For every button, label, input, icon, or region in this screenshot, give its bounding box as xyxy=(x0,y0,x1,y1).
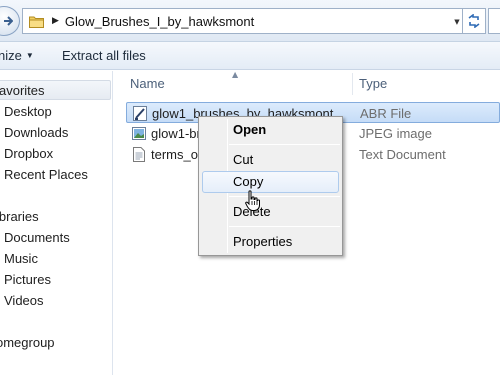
nav-favorites[interactable]: avorites xyxy=(0,80,111,100)
context-menu: Open Cut Copy Delete Properties xyxy=(198,116,343,256)
nav-item-dropbox[interactable]: Dropbox xyxy=(4,144,53,164)
nav-item-pictures[interactable]: Pictures xyxy=(4,270,51,290)
address-dropdown-icon[interactable]: ▼ xyxy=(452,8,462,34)
column-divider[interactable] xyxy=(352,73,353,95)
menu-item-copy[interactable]: Copy xyxy=(202,171,339,193)
file-name: glow1-br xyxy=(151,126,201,141)
column-header-type[interactable]: Type xyxy=(359,71,387,97)
forward-button[interactable] xyxy=(0,6,20,36)
nav-item-documents[interactable]: Documents xyxy=(4,228,70,248)
text-document-icon xyxy=(132,147,146,162)
breadcrumb-current-folder[interactable]: Glow_Brushes_I_by_hawksmont xyxy=(65,14,254,29)
forward-arrow-icon xyxy=(4,16,13,26)
file-type: ABR File xyxy=(360,106,412,121)
nav-item-videos[interactable]: Videos xyxy=(4,291,44,311)
search-box[interactable] xyxy=(488,8,500,34)
nav-item-recent-places[interactable]: Recent Places xyxy=(4,165,88,185)
menu-item-cut[interactable]: Cut xyxy=(202,149,339,171)
menu-item-open[interactable]: Open xyxy=(202,119,339,141)
chevron-down-icon: ▼ xyxy=(25,51,34,60)
organize-label: nize xyxy=(0,48,22,63)
file-type: JPEG image xyxy=(359,126,432,141)
abr-file-icon xyxy=(133,106,147,121)
hand-cursor-icon xyxy=(245,190,260,211)
jpeg-image-icon xyxy=(132,126,146,141)
nav-libraries[interactable]: ibraries xyxy=(0,207,39,227)
menu-item-delete[interactable]: Delete xyxy=(202,201,339,223)
organize-button[interactable]: nize ▼ xyxy=(0,48,34,63)
extract-all-files-button[interactable]: Extract all files xyxy=(62,48,146,63)
nav-homegroup[interactable]: omegroup xyxy=(0,333,55,353)
nav-item-desktop[interactable]: Desktop xyxy=(4,102,52,122)
refresh-button[interactable] xyxy=(462,8,486,34)
folder-icon xyxy=(29,15,44,28)
navigation-pane: avorites Desktop Downloads Dropbox Recen… xyxy=(0,71,113,375)
menu-separator xyxy=(229,226,340,227)
refresh-icon xyxy=(468,14,480,28)
command-bar: nize ▼ Extract all files xyxy=(0,42,500,70)
address-bar: ▶ Glow_Brushes_I_by_hawksmont ▼ xyxy=(0,0,500,42)
menu-item-properties[interactable]: Properties xyxy=(202,231,339,253)
menu-separator xyxy=(229,144,340,145)
address-field[interactable]: ▶ Glow_Brushes_I_by_hawksmont xyxy=(22,8,452,34)
breadcrumb-separator-icon[interactable]: ▶ xyxy=(52,16,59,26)
nav-item-downloads[interactable]: Downloads xyxy=(4,123,68,143)
file-type: Text Document xyxy=(359,147,446,162)
nav-item-music[interactable]: Music xyxy=(4,249,38,269)
sort-ascending-icon: ▲ xyxy=(232,70,239,79)
column-header-name[interactable]: Name xyxy=(130,71,165,97)
